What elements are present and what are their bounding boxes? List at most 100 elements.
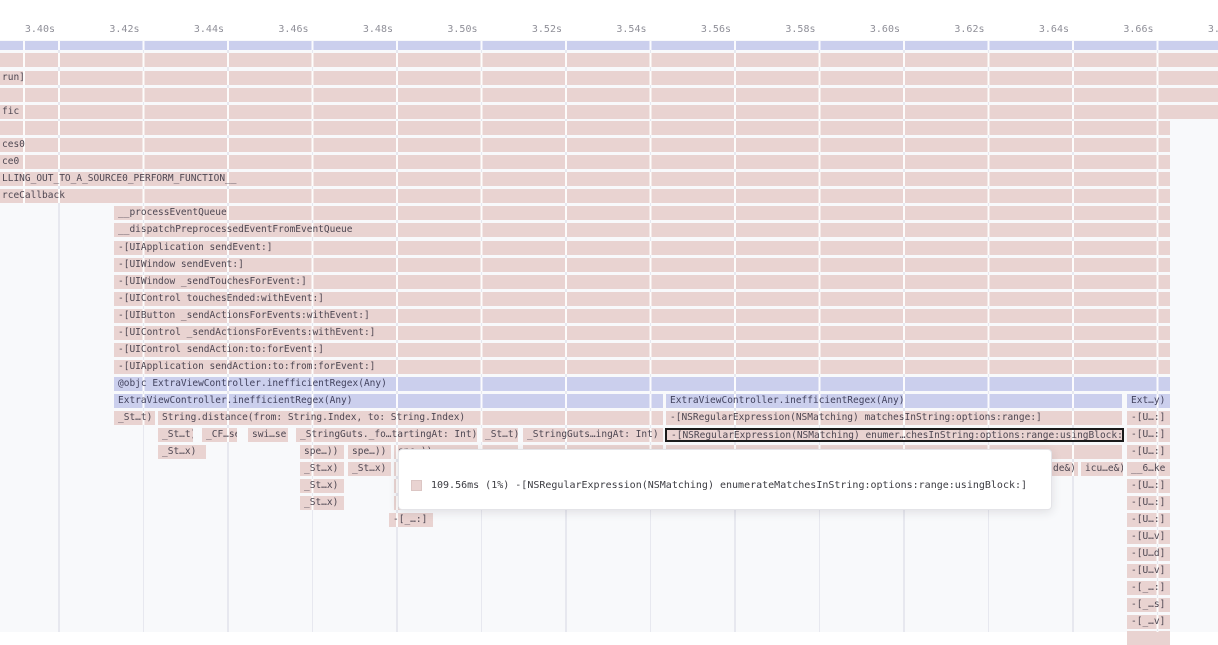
time-tick-label: 3.52s bbox=[532, 24, 562, 37]
flame-bar[interactable]: de&) bbox=[1049, 462, 1078, 476]
frame-label: -[UIWindow _sendTouchesForEvent:] bbox=[118, 276, 307, 287]
frame-label: ces0 bbox=[2, 139, 25, 151]
flame-bar[interactable]: -[U…:] bbox=[1127, 479, 1170, 493]
flame-bar[interactable]: -[U…:] bbox=[1127, 496, 1170, 510]
flame-bar[interactable]: -[_…:] bbox=[1127, 581, 1170, 595]
frame-label: -[U…d] bbox=[1131, 548, 1165, 559]
flame-bar[interactable]: fic bbox=[0, 105, 1218, 119]
frame-label: -[U…:] bbox=[1131, 497, 1165, 508]
flame-bar[interactable]: -[UIControl touchesEnded:withEvent:] bbox=[114, 292, 1170, 306]
flame-bar[interactable]: -[U…v] bbox=[1127, 530, 1170, 544]
flame-bar[interactable]: @objc ExtraViewController.inefficientReg… bbox=[114, 377, 1170, 391]
frame-label: -[UIApplication sendAction:to:from:forEv… bbox=[118, 361, 375, 372]
flame-bar[interactable]: -[U…d] bbox=[1127, 547, 1170, 561]
flame-bar[interactable]: -[U…:] bbox=[1127, 513, 1170, 527]
frame-label: _St…t) bbox=[485, 429, 518, 440]
flame-bar[interactable]: -[U…:] bbox=[1127, 411, 1170, 425]
flame-bar[interactable]: -[UIControl sendAction:to:forEvent:] bbox=[114, 343, 1170, 357]
flame-bar[interactable] bbox=[0, 88, 1218, 102]
frame-label: -[U…v] bbox=[1131, 565, 1165, 576]
frame-label: swi…se bbox=[252, 429, 286, 440]
time-tick-label: 3.40s bbox=[25, 24, 55, 37]
frame-label: -[_…:] bbox=[393, 514, 427, 525]
frame-label: -[U…v] bbox=[1131, 531, 1165, 542]
frame-label: String.distance(from: String.Index, to: … bbox=[162, 412, 465, 423]
frame-label: Ext…y) bbox=[1131, 395, 1165, 406]
flame-bar[interactable]: spe…)) bbox=[300, 445, 344, 459]
frame-label: ce0 bbox=[2, 156, 19, 168]
flame-bar[interactable]: -[_…:] bbox=[389, 513, 433, 527]
flame-bar[interactable]: String.distance(from: String.Index, to: … bbox=[158, 411, 663, 425]
flame-bar[interactable] bbox=[0, 41, 1218, 50]
time-tick-label: 3.54s bbox=[616, 24, 646, 37]
flame-bar[interactable] bbox=[0, 121, 1170, 135]
frame-label: _St…x) bbox=[304, 463, 338, 474]
flame-bar[interactable]: __6…ke bbox=[1127, 462, 1170, 476]
frame-label: _St…x) bbox=[352, 463, 386, 474]
flame-bar[interactable]: rceCallback bbox=[0, 189, 1170, 203]
flame-bar[interactable]: _St…x) bbox=[300, 479, 344, 493]
flame-bar[interactable]: -[NSRegularExpression(NSMatching) matche… bbox=[666, 411, 1122, 425]
time-tick-label: 3.58s bbox=[785, 24, 815, 37]
flame-bar[interactable]: icu…e&) bbox=[1081, 462, 1123, 476]
flame-bar[interactable]: ce0 bbox=[0, 155, 1170, 169]
flame-bar[interactable]: -[U…:] bbox=[1127, 428, 1170, 442]
flame-bar[interactable] bbox=[0, 53, 1218, 67]
frame-label: _StringGuts._fo…tartingAt: Int) bbox=[300, 429, 477, 440]
frame-label: -[UIApplication sendEvent:] bbox=[118, 242, 272, 253]
time-tick-label: 3.44s bbox=[194, 24, 224, 37]
flame-bar[interactable]: _St…x) bbox=[300, 496, 344, 510]
flame-bar[interactable]: __processEventQueue bbox=[114, 206, 1170, 220]
flame-bar[interactable]: __dispatchPreprocessedEventFromEventQueu… bbox=[114, 223, 1170, 237]
flame-bar[interactable]: Ext…y) bbox=[1127, 394, 1170, 408]
flame-bar-selected[interactable]: -[NSRegularExpression(NSMatching) enumer… bbox=[665, 428, 1124, 442]
flame-bar[interactable]: LLING_OUT_TO_A_SOURCE0_PERFORM_FUNCTION_… bbox=[0, 172, 1170, 186]
flame-bar[interactable]: ExtraViewController.inefficientRegex(Any… bbox=[114, 394, 663, 408]
flame-bar[interactable]: _St…x) bbox=[300, 462, 344, 476]
time-tick-label: 3.46s bbox=[278, 24, 308, 37]
frame-label: __processEventQueue bbox=[118, 207, 227, 218]
frame-color-swatch bbox=[411, 480, 422, 491]
flame-bar[interactable]: -[UIWindow sendEvent:] bbox=[114, 258, 1170, 272]
flame-bar[interactable]: -[_…s] bbox=[1127, 598, 1170, 612]
flame-bar[interactable]: _St…x) bbox=[348, 462, 391, 476]
frame-label: spe…)) bbox=[304, 446, 338, 457]
flame-bar[interactable]: -[UIButton _sendActionsForEvents:withEve… bbox=[114, 309, 1170, 323]
frame-label: -[U…:] bbox=[1131, 429, 1165, 440]
frame-label: -[UIWindow sendEvent:] bbox=[118, 259, 244, 270]
flame-bar[interactable]: -[UIWindow _sendTouchesForEvent:] bbox=[114, 275, 1170, 289]
frame-label: -[NSRegularExpression(NSMatching) matche… bbox=[670, 412, 1042, 423]
frame-label: _CF…se bbox=[206, 429, 237, 440]
flame-bar[interactable]: _StringGuts._fo…tartingAt: Int) bbox=[296, 428, 477, 442]
flame-bar[interactable]: _CF…se bbox=[202, 428, 237, 442]
flame-bar[interactable]: run] bbox=[0, 71, 1218, 85]
frame-label: -[U…:] bbox=[1131, 514, 1165, 525]
flame-bar[interactable]: ExtraViewController.inefficientRegex(Any… bbox=[666, 394, 1122, 408]
flame-bar[interactable]: _St…t) bbox=[158, 428, 193, 442]
flame-bar[interactable]: -[_…v] bbox=[1127, 615, 1170, 629]
flame-bar[interactable]: -[U…v] bbox=[1127, 564, 1170, 578]
flame-bar[interactable]: -[U…:] bbox=[1127, 445, 1170, 459]
frame-label: @objc ExtraViewController.inefficientReg… bbox=[118, 378, 387, 389]
flame-bar[interactable]: ces0 bbox=[0, 138, 1170, 152]
time-tick-label: 3.60s bbox=[870, 24, 900, 37]
flame-bar[interactable] bbox=[1127, 631, 1170, 645]
flame-bar[interactable]: _St…t) bbox=[481, 428, 518, 442]
frame-label: -[U…:] bbox=[1131, 446, 1165, 457]
frame-label: -[U…:] bbox=[1131, 480, 1165, 491]
flame-bar[interactable]: -[UIApplication sendAction:to:from:forEv… bbox=[114, 360, 1170, 374]
flame-bar[interactable]: spe…)) bbox=[348, 445, 391, 459]
frame-label: -[_…s] bbox=[1131, 599, 1165, 610]
flame-bar[interactable]: _StringGuts…ingAt: Int) bbox=[523, 428, 663, 442]
flame-bar[interactable]: -[UIApplication sendEvent:] bbox=[114, 241, 1170, 255]
flame-bar[interactable]: -[UIControl _sendActionsForEvents:withEv… bbox=[114, 326, 1170, 340]
flame-bar[interactable]: swi…se bbox=[248, 428, 288, 442]
frame-label: rceCallback bbox=[2, 190, 65, 202]
frame-label: icu…e&) bbox=[1085, 463, 1123, 474]
frame-label: de&) bbox=[1053, 463, 1076, 474]
tooltip-title-row: 109.56ms (1%) -[NSRegularExpression(NSMa… bbox=[411, 480, 1039, 491]
flame-bar[interactable]: _St…t) bbox=[114, 411, 155, 425]
flame-bar[interactable]: _St…x) bbox=[158, 445, 206, 459]
time-tick-label: 3.50s bbox=[447, 24, 477, 37]
frame-label: _St…x) bbox=[162, 446, 196, 457]
